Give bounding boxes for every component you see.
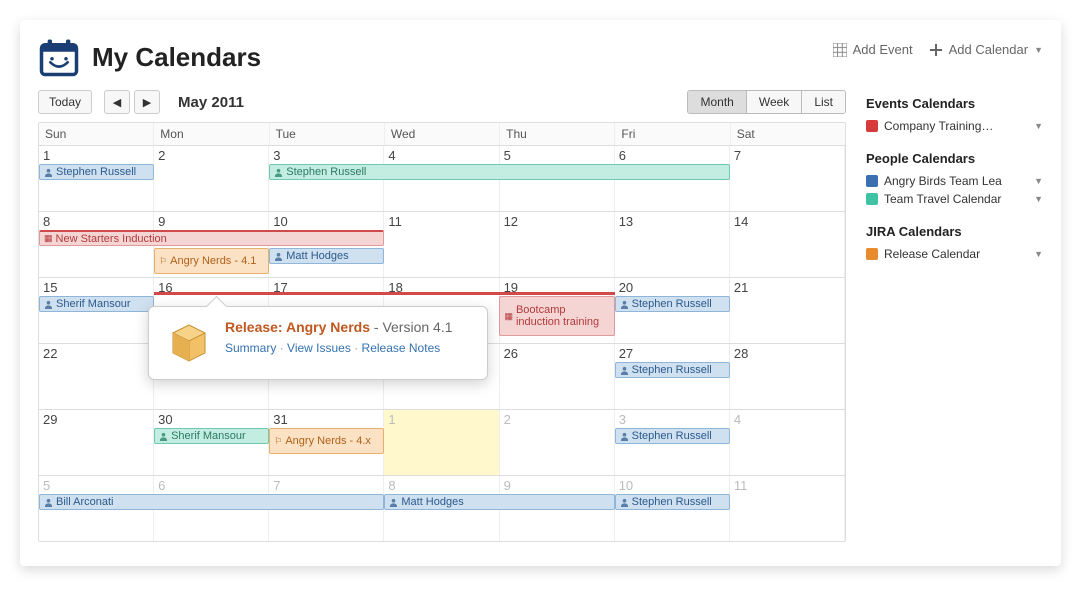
- day-cell[interactable]: 22: [39, 344, 154, 409]
- event-person[interactable]: Matt Hodges: [384, 494, 614, 510]
- dayheader: Wed: [385, 123, 500, 145]
- event-travel[interactable]: Stephen Russell: [269, 164, 729, 180]
- release-icon: ⚐: [159, 255, 167, 267]
- dayheader: Thu: [500, 123, 615, 145]
- sidebar-section-title: JIRA Calendars: [866, 224, 1043, 239]
- add-event-button[interactable]: Add Event: [833, 42, 913, 57]
- day-cell[interactable]: 21: [730, 278, 845, 343]
- today-button[interactable]: Today: [38, 90, 92, 114]
- sidebar-section-title: People Calendars: [866, 151, 1043, 166]
- calendar-item-label: Release Calendar: [884, 247, 980, 261]
- person-icon: [44, 498, 53, 507]
- person-icon: [44, 300, 53, 309]
- person-icon: [274, 252, 283, 261]
- chevron-down-icon: ▼: [1034, 45, 1043, 55]
- popover-link-release-notes[interactable]: Release Notes: [362, 341, 441, 355]
- chevron-down-icon: ▼: [1034, 121, 1043, 131]
- day-cell[interactable]: 7: [730, 146, 845, 211]
- calendar-item[interactable]: Release Calendar ▼: [866, 245, 1043, 263]
- day-cell[interactable]: 2: [154, 146, 269, 211]
- popover-link-view-issues[interactable]: View Issues: [287, 341, 351, 355]
- dayheader: Sun: [39, 123, 154, 145]
- view-month-button[interactable]: Month: [688, 91, 746, 113]
- dayheader: Tue: [270, 123, 385, 145]
- event-person[interactable]: Stephen Russell: [39, 164, 154, 180]
- day-cell[interactable]: 26: [500, 344, 615, 409]
- calendar-item[interactable]: Angry Birds Team Lea ▼: [866, 172, 1043, 190]
- day-cell[interactable]: 11: [384, 212, 499, 277]
- person-icon: [274, 168, 283, 177]
- person-icon: [159, 432, 168, 441]
- event-person[interactable]: Stephen Russell: [615, 428, 730, 444]
- calendar-logo-icon: [38, 36, 80, 78]
- event-person[interactable]: Stephen Russell: [615, 494, 730, 510]
- day-cell[interactable]: 11: [730, 476, 845, 541]
- package-icon: [165, 319, 213, 367]
- page-title: My Calendars: [92, 42, 261, 73]
- color-swatch: [866, 248, 878, 260]
- add-event-label: Add Event: [853, 42, 913, 57]
- day-cell[interactable]: 14: [730, 212, 845, 277]
- add-calendar-label: Add Calendar: [949, 42, 1029, 57]
- dayheader: Mon: [154, 123, 269, 145]
- event-release[interactable]: ⚐ Angry Nerds - 4.1: [154, 248, 269, 274]
- color-swatch: [866, 120, 878, 132]
- day-cell[interactable]: 13: [615, 212, 730, 277]
- event-person[interactable]: Bill Arconati: [39, 494, 384, 510]
- calendar-item[interactable]: Company Training… ▼: [866, 117, 1043, 135]
- event-person[interactable]: Stephen Russell: [615, 296, 730, 312]
- event-release[interactable]: ⚐ Angry Nerds - 4.x: [269, 428, 384, 454]
- event-person[interactable]: Sherif Mansour: [39, 296, 154, 312]
- calendar-item[interactable]: Team Travel Calendar ▼: [866, 190, 1043, 208]
- calendar-small-icon: ▦: [504, 310, 513, 322]
- calendar-item-label: Angry Birds Team Lea: [884, 174, 1002, 188]
- chevron-down-icon: ▼: [1034, 176, 1043, 186]
- day-cell[interactable]: 1: [384, 410, 499, 475]
- release-icon: ⚐: [274, 435, 282, 447]
- grid-icon: [833, 43, 847, 57]
- prev-button[interactable]: ◀: [104, 90, 130, 114]
- event-company[interactable]: ▦ New Starters Induction: [39, 230, 384, 246]
- chevron-down-icon: ▼: [1034, 249, 1043, 259]
- person-icon: [620, 498, 629, 507]
- day-cell[interactable]: 2: [500, 410, 615, 475]
- day-cell[interactable]: 4: [730, 410, 845, 475]
- popover-link-summary[interactable]: Summary: [225, 341, 276, 355]
- person-icon: [620, 432, 629, 441]
- current-month-label: May 2011: [178, 94, 244, 111]
- event-bar: [154, 292, 614, 295]
- calendar-small-icon: ▦: [44, 233, 53, 244]
- calendar-item-label: Team Travel Calendar: [884, 192, 1001, 206]
- dayheader: Fri: [615, 123, 730, 145]
- calendar-item-label: Company Training…: [884, 119, 993, 133]
- event-company[interactable]: ▦ Bootcamp induction training: [499, 296, 614, 336]
- event-popover: Release: Angry Nerds - Version 4.1 Summa…: [148, 306, 488, 380]
- add-calendar-button[interactable]: Add Calendar ▼: [929, 42, 1043, 57]
- plus-icon: [929, 43, 943, 57]
- person-icon: [389, 498, 398, 507]
- dayheader: Sat: [731, 123, 845, 145]
- chevron-down-icon: ▼: [1034, 194, 1043, 204]
- person-icon: [620, 300, 629, 309]
- person-icon: [44, 168, 53, 177]
- popover-title: Release: Angry Nerds - Version 4.1: [225, 319, 471, 335]
- color-swatch: [866, 175, 878, 187]
- day-cell[interactable]: 29: [39, 410, 154, 475]
- view-list-button[interactable]: List: [802, 91, 845, 113]
- day-cell[interactable]: 12: [500, 212, 615, 277]
- person-icon: [620, 366, 629, 375]
- event-person[interactable]: Stephen Russell: [615, 362, 730, 378]
- color-swatch: [866, 193, 878, 205]
- event-travel[interactable]: Sherif Mansour: [154, 428, 269, 444]
- event-person[interactable]: Matt Hodges: [269, 248, 384, 264]
- view-week-button[interactable]: Week: [747, 91, 802, 113]
- sidebar-section-title: Events Calendars: [866, 96, 1043, 111]
- next-button[interactable]: ▶: [134, 90, 160, 114]
- day-cell[interactable]: 28: [730, 344, 845, 409]
